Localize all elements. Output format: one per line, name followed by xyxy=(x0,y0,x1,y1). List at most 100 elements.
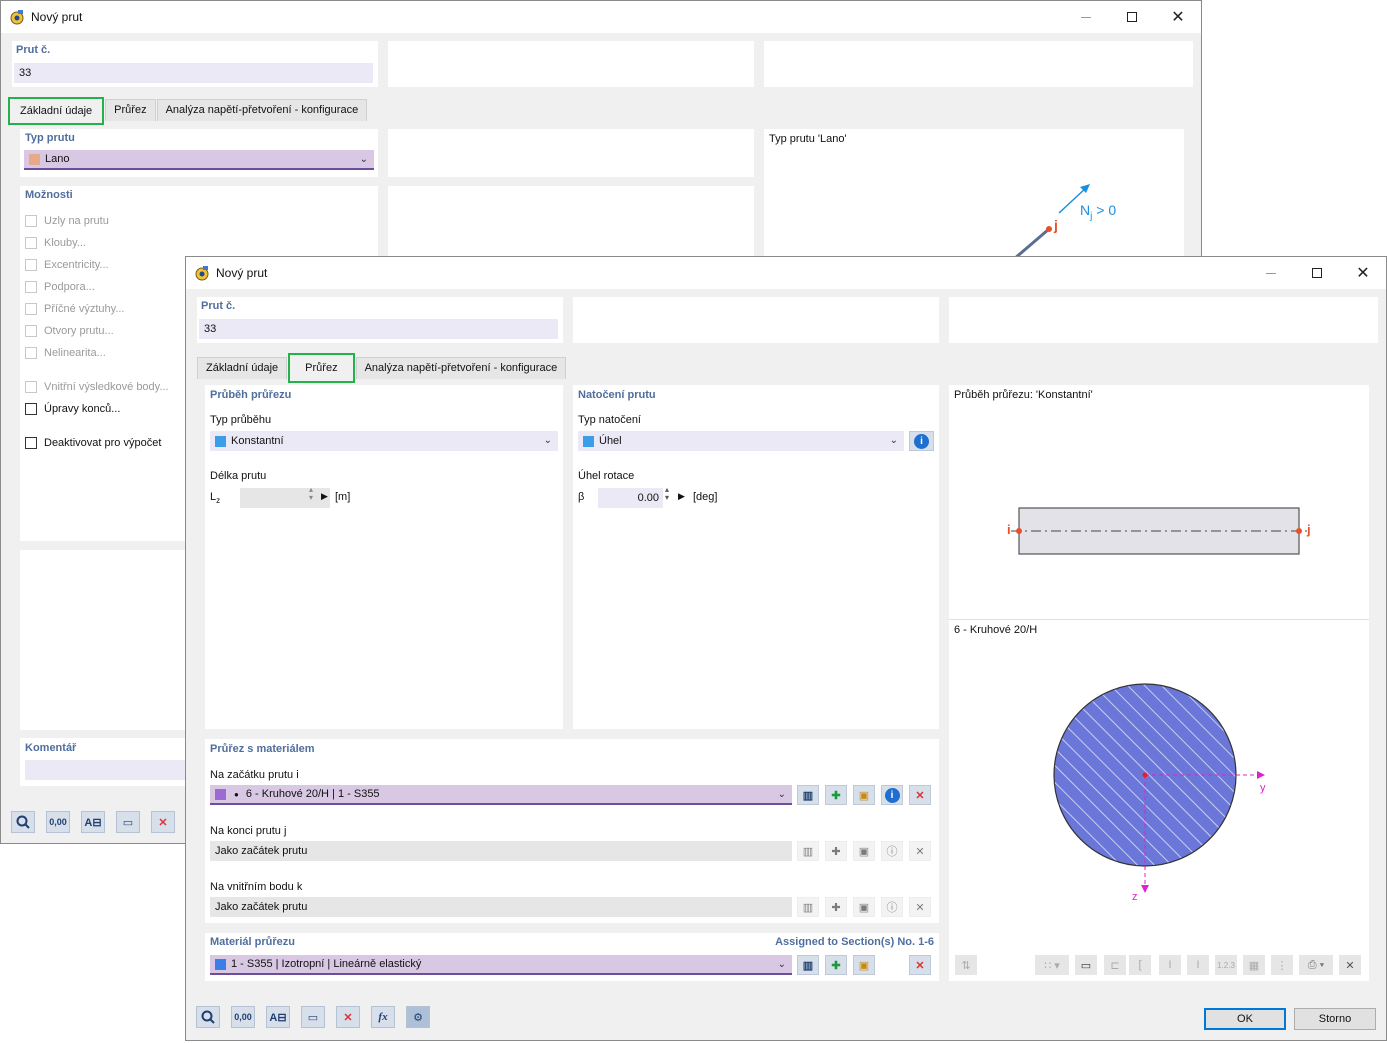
back-option-checkbox[interactable]: Excentricity... xyxy=(25,259,109,271)
preview-section-d-icon[interactable]: I xyxy=(1187,955,1209,975)
material-new-button[interactable]: ✚ xyxy=(825,955,847,975)
section-distribution-header: Průběh průřezu xyxy=(210,389,292,401)
preview-reset-icon[interactable]: ✕ xyxy=(1339,955,1361,975)
front-number-tool[interactable]: 0,00 xyxy=(231,1006,255,1028)
distribution-type-select[interactable]: Konstantní ⌄ xyxy=(210,431,558,451)
internal-info-button[interactable]: ⓘ xyxy=(881,897,903,917)
edit-section-icon: ▣ xyxy=(858,901,870,914)
delete-icon: ✕ xyxy=(343,1011,353,1024)
back-info-tool[interactable]: A⊟ xyxy=(81,811,105,833)
back-option-checkbox[interactable]: Podpora... xyxy=(25,281,95,293)
length-arrow-icon[interactable]: ▶ xyxy=(321,491,328,502)
front-display-tool[interactable]: ▭ xyxy=(301,1006,325,1028)
preview-print-icon[interactable]: ⎙ ▾ xyxy=(1299,955,1333,975)
back-option-checkbox[interactable]: Deaktivovat pro výpočet xyxy=(25,437,161,449)
material-library-button[interactable]: ▥ xyxy=(797,955,819,975)
front-tab-analysis[interactable]: Analýza napětí-přetvoření - konfigurace xyxy=(355,357,567,379)
preview-dimension-icon[interactable]: ▭ xyxy=(1075,955,1097,975)
section-start-value: 6 - Kruhové 20/H | 1 - S355 xyxy=(245,788,380,800)
front-tab-section[interactable]: Průřez xyxy=(288,353,355,383)
internal-new-button[interactable]: ✚ xyxy=(825,897,847,917)
back-minimize-button[interactable] xyxy=(1063,1,1109,33)
front-info-tool[interactable]: A⊟ xyxy=(266,1006,290,1028)
front-close-button[interactable]: ✕ xyxy=(1340,257,1386,289)
front-search-tool[interactable] xyxy=(196,1006,220,1028)
back-maximize-button[interactable] xyxy=(1109,1,1155,33)
preview-section-c-icon[interactable]: I xyxy=(1159,955,1181,975)
front-member-no-field[interactable]: 33 xyxy=(199,319,558,339)
end-info-button[interactable]: ⓘ xyxy=(881,841,903,861)
internal-edit-button[interactable]: ▣ xyxy=(853,897,875,917)
material-select[interactable]: 1 - S355 | Izotropní | Lineárně elastick… xyxy=(210,955,792,975)
section-start-select[interactable]: ● 6 - Kruhové 20/H | 1 - S355 ⌄ xyxy=(210,785,792,805)
back-display-tool[interactable]: ▭ xyxy=(116,811,140,833)
front-formula-tool[interactable]: fx xyxy=(371,1006,395,1028)
back-close-button[interactable]: ✕ xyxy=(1155,1,1201,33)
cancel-button[interactable]: Storno xyxy=(1294,1008,1376,1030)
material-edit-button[interactable]: ▣ xyxy=(853,955,875,975)
section-internal-field[interactable]: Jako začátek prutu xyxy=(210,897,792,917)
back-option-checkbox[interactable]: Otvory prutu... xyxy=(25,325,114,337)
internal-library-button[interactable]: ▥ xyxy=(797,897,819,917)
back-tab-basic[interactable]: Základní údaje xyxy=(8,97,105,125)
checkbox-box[interactable] xyxy=(25,281,37,293)
member-length-input[interactable] xyxy=(240,488,330,508)
preview-section-b-icon[interactable]: [ xyxy=(1129,955,1151,975)
checkbox-box[interactable] xyxy=(25,325,37,337)
back-top-panel-3 xyxy=(764,41,1193,87)
start-new-button[interactable]: ✚ xyxy=(825,785,847,805)
back-top-panel-2 xyxy=(388,41,754,87)
preview-settings-icon[interactable]: ⇅ xyxy=(955,955,977,975)
checkbox-box[interactable] xyxy=(25,437,37,449)
preview-grid-icon[interactable]: ▦ xyxy=(1243,955,1265,975)
back-option-checkbox[interactable]: Klouby... xyxy=(25,237,86,249)
start-library-button[interactable]: ▥ xyxy=(797,785,819,805)
preview-points-icon[interactable]: ∷ ▾ xyxy=(1035,955,1069,975)
back-member-no-field[interactable]: 33 xyxy=(14,63,373,83)
rotation-angle-input[interactable]: 0.00 xyxy=(598,488,663,508)
preview-table-icon[interactable]: ⋮ xyxy=(1271,955,1293,975)
back-option-checkbox[interactable]: Uzly na prutu xyxy=(25,215,109,227)
front-delete-tool[interactable]: ✕ xyxy=(336,1006,360,1028)
material-delete-button[interactable]: ✕ xyxy=(909,955,931,975)
start-info-button[interactable]: i xyxy=(881,785,903,805)
checkbox-box[interactable] xyxy=(25,237,37,249)
back-search-tool[interactable] xyxy=(11,811,35,833)
ok-button[interactable]: OK xyxy=(1204,1008,1286,1030)
angle-arrow-icon[interactable]: ▶ xyxy=(678,491,685,502)
end-library-button[interactable]: ▥ xyxy=(797,841,819,861)
start-delete-button[interactable]: ✕ xyxy=(909,785,931,805)
checkbox-box[interactable] xyxy=(25,303,37,315)
checkbox-box[interactable] xyxy=(25,347,37,359)
rotation-info-button[interactable]: i xyxy=(909,431,934,451)
front-minimize-button[interactable] xyxy=(1248,257,1294,289)
rotation-angle-value: 0.00 xyxy=(637,492,659,504)
preview-numbering-icon[interactable]: 1.2.3 xyxy=(1215,955,1237,975)
end-edit-button[interactable]: ▣ xyxy=(853,841,875,861)
checkbox-box[interactable] xyxy=(25,215,37,227)
back-option-checkbox[interactable]: Nelinearita... xyxy=(25,347,106,359)
end-new-button[interactable]: ✚ xyxy=(825,841,847,861)
back-member-type-select[interactable]: Lano ⌄ xyxy=(24,150,374,170)
end-delete-button[interactable]: ✕ xyxy=(909,841,931,861)
back-number-tool[interactable]: 0,00 xyxy=(46,811,70,833)
internal-delete-button[interactable]: ✕ xyxy=(909,897,931,917)
checkbox-box[interactable] xyxy=(25,381,37,393)
back-tab-analysis[interactable]: Analýza napětí-přetvoření - konfigurace xyxy=(156,99,368,121)
checkbox-box[interactable] xyxy=(25,259,37,271)
section-end-field[interactable]: Jako začátek prutu xyxy=(210,841,792,861)
front-tab-basic[interactable]: Základní údaje xyxy=(197,357,288,379)
start-edit-button[interactable]: ▣ xyxy=(853,785,875,805)
preview-section-a-icon[interactable]: ⊏ xyxy=(1104,955,1126,975)
length-stepper-icon[interactable]: ▴ ▾ xyxy=(309,486,313,502)
back-tab-section[interactable]: Průřez xyxy=(105,99,156,121)
front-maximize-button[interactable] xyxy=(1294,257,1340,289)
checkbox-box[interactable] xyxy=(25,403,37,415)
back-option-checkbox[interactable]: Vnitřní výsledkové body... xyxy=(25,381,169,393)
rotation-type-select[interactable]: Úhel ⌄ xyxy=(578,431,904,451)
angle-stepper-icon[interactable]: ▴ ▾ xyxy=(665,486,669,502)
front-settings-tool[interactable]: ⚙ xyxy=(406,1006,430,1028)
back-delete-tool[interactable]: ✕ xyxy=(151,811,175,833)
back-option-checkbox[interactable]: Příčné výztuhy... xyxy=(25,303,125,315)
back-option-checkbox[interactable]: Úpravy konců... xyxy=(25,403,120,415)
